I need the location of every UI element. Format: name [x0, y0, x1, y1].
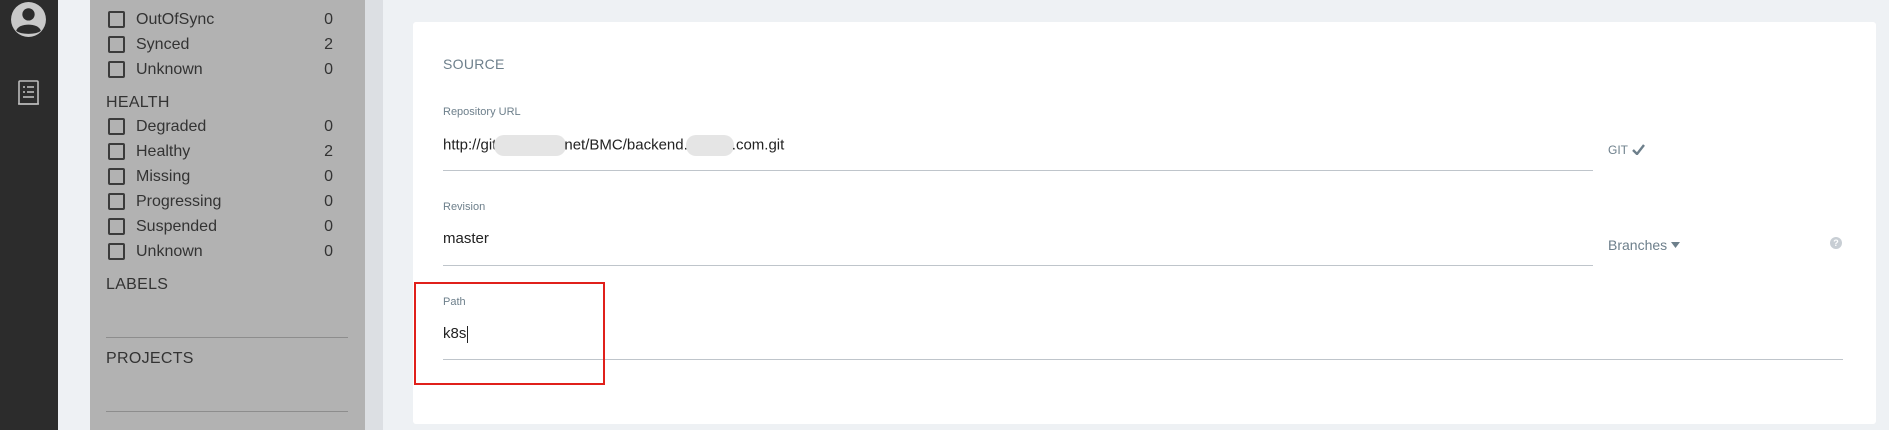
revision-underline: [443, 265, 1593, 266]
repo-url-input[interactable]: http://git net/BMC/backend. .com.git: [443, 135, 784, 156]
repo-url-text-part1: http://git: [443, 136, 497, 154]
checkbox[interactable]: [108, 36, 125, 53]
redacted-blur: [685, 135, 734, 156]
repo-url-underline: [443, 170, 1593, 171]
filter-label: Healthy: [136, 143, 191, 160]
repo-url-text-part2: net/BMC/backend.: [564, 136, 688, 154]
checkbox[interactable]: [108, 61, 125, 78]
labels-input-underline[interactable]: [106, 337, 348, 338]
filter-count: 0: [324, 193, 333, 210]
checkbox[interactable]: [108, 218, 125, 235]
filter-label: Unknown: [136, 243, 203, 260]
branches-label: Branches: [1608, 237, 1668, 253]
filter-label: Synced: [136, 36, 190, 53]
user-avatar-icon[interactable]: [10, 1, 47, 38]
help-icon[interactable]: ?: [1830, 237, 1842, 249]
caret-down-icon: [1671, 242, 1681, 248]
filter-label: Suspended: [136, 218, 217, 235]
filter-label: Degraded: [136, 118, 207, 135]
checkbox[interactable]: [108, 193, 125, 210]
repo-url-label: Repository URL: [443, 106, 521, 118]
check-icon: [1632, 144, 1645, 156]
labels-heading: LABELS: [106, 276, 169, 293]
repo-url-text-part3: .com.git: [731, 136, 785, 154]
projects-heading: PROJECTS: [106, 350, 194, 367]
filter-count: 2: [324, 36, 333, 53]
filter-label: Unknown: [136, 61, 203, 78]
filter-count: 0: [324, 118, 333, 135]
checkbox[interactable]: [108, 168, 125, 185]
revision-label: Revision: [443, 201, 486, 213]
source-card: SOURCE Repository URL http://git net/BMC/…: [413, 22, 1876, 424]
filter-label: OutOfSync: [136, 11, 215, 28]
panel-divider: [365, 0, 383, 430]
repo-type-label: GIT: [1608, 143, 1628, 157]
filter-count: 0: [324, 61, 333, 78]
projects-input-underline[interactable]: [106, 411, 348, 412]
path-underline: [443, 359, 1843, 360]
filter-count: 0: [324, 168, 333, 185]
nav-rail: [0, 0, 58, 430]
checkbox[interactable]: [108, 11, 125, 28]
documentation-icon[interactable]: [17, 79, 41, 107]
filter-count: 0: [324, 243, 333, 260]
checkbox[interactable]: [108, 143, 125, 160]
branches-dropdown[interactable]: Branches: [1608, 237, 1681, 253]
filter-label: Missing: [136, 168, 191, 185]
filter-count: 2: [324, 143, 333, 160]
health-heading: HEALTH: [106, 94, 170, 111]
filter-label: Progressing: [136, 193, 222, 210]
filter-count: 0: [324, 218, 333, 235]
filter-count: 0: [324, 11, 333, 28]
source-title: SOURCE: [443, 56, 505, 72]
redacted-blur: [494, 135, 567, 156]
filter-panel: OutOfSync 0 Synced 2 Unknown 0 HEALTH De…: [90, 0, 365, 430]
revision-input[interactable]: master: [443, 230, 489, 247]
checkbox[interactable]: [108, 243, 125, 260]
checkbox[interactable]: [108, 118, 125, 135]
repo-type-selector[interactable]: GIT: [1608, 141, 1645, 157]
highlight-annotation: [414, 282, 605, 385]
